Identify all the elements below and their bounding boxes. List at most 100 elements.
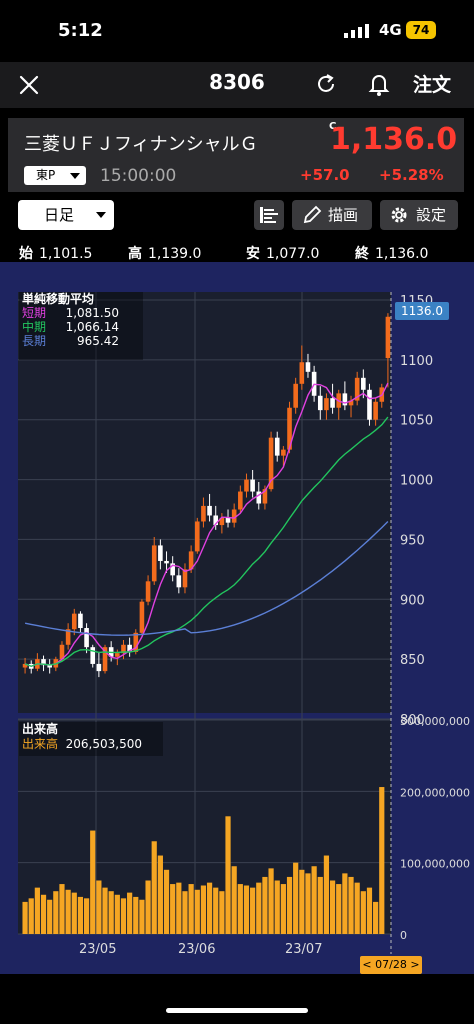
volume-bar [262, 876, 268, 934]
volume-legend-title: 出来高 [22, 722, 59, 736]
volume-bar [163, 869, 170, 934]
volume-bar [329, 880, 336, 934]
price-time: 15:00:00 [100, 166, 177, 186]
settings-label: 設定 [416, 206, 447, 224]
draw-button[interactable]: 描画 [292, 200, 372, 230]
sma-legend-title: 単純移動平均 [22, 292, 95, 306]
status-time: 5:12 [58, 20, 103, 41]
period-select[interactable]: 日足 [18, 200, 114, 230]
volume-bar [151, 841, 157, 934]
candle-body [84, 628, 89, 648]
stock-chart[interactable]: 1150110010501000950900850800300,000,0002… [0, 262, 474, 974]
candle-body [244, 479, 249, 492]
candle-body [194, 521, 200, 552]
bell-icon[interactable] [367, 71, 391, 97]
candle-body [225, 517, 231, 523]
volume-bar [77, 896, 84, 934]
price-change-pct: +5.28% [379, 166, 444, 184]
chevron-down-icon [70, 173, 80, 179]
volume-bar [342, 873, 348, 934]
price-tick-label: 850 [400, 653, 425, 668]
chevron-down-icon [96, 212, 106, 218]
candle-body [324, 398, 329, 411]
network-type: 4G [379, 21, 402, 39]
date-tick-label: 23/07 [285, 942, 322, 957]
volume-bar [127, 892, 133, 934]
price-tick-label: 900 [400, 593, 425, 608]
candle-body [151, 545, 157, 582]
candle-body [182, 569, 188, 588]
volume-bar [311, 866, 317, 934]
draw-label: 描画 [328, 206, 359, 224]
volume-bar [28, 898, 34, 934]
sma-mid: 中期 1,066.14 [22, 320, 119, 334]
candle-body [158, 545, 163, 561]
volume-bar [206, 882, 213, 934]
candle-body [207, 505, 212, 516]
market-select[interactable]: 東P [24, 166, 86, 185]
candle-body [281, 449, 286, 456]
order-button[interactable]: 注文 [413, 70, 451, 97]
date-cursor-tag[interactable]: < 07/28 > [360, 956, 422, 974]
refresh-icon[interactable] [314, 72, 338, 96]
date-tick-label: 23/05 [79, 942, 116, 957]
volume-bar [354, 882, 360, 934]
volume-bar [59, 884, 65, 934]
candle-body [78, 613, 83, 629]
sma-short: 短期 1,081.50 [22, 306, 119, 320]
sma-long: 長期 965.42 [22, 334, 119, 348]
candle-body [164, 560, 169, 564]
home-indicator [166, 1008, 308, 1013]
volume-bar [40, 894, 47, 934]
signal-icon [344, 24, 369, 38]
bottom-bar [0, 974, 474, 1024]
volume-bar [299, 869, 305, 934]
volume-bar [47, 899, 53, 934]
candle-body [71, 613, 77, 630]
candle-body [330, 398, 335, 408]
volume-bar [133, 896, 139, 934]
volume-bar [22, 901, 28, 934]
candle-body [373, 401, 378, 420]
volume-bar [83, 898, 90, 934]
volume-bar [120, 898, 127, 934]
volume-bar [182, 891, 188, 934]
indicator-list-button[interactable] [254, 200, 284, 230]
volume-bar [194, 889, 200, 934]
volume-bar [139, 899, 145, 934]
volume-bar [71, 892, 77, 934]
volume-bar [65, 889, 71, 934]
volume-bar [317, 876, 323, 934]
volume-bar [200, 885, 207, 934]
volume-bar [274, 880, 280, 934]
candle-body [238, 491, 243, 510]
current-price-tag: 1136.0 [395, 302, 449, 320]
volume-bar [323, 855, 330, 934]
candle-body [201, 505, 206, 522]
gear-icon [391, 207, 407, 223]
volume-bar [213, 887, 219, 934]
volume-bar [170, 884, 176, 934]
volume-bar [366, 887, 373, 934]
date-tick-label: 23/06 [178, 942, 215, 957]
volume-bar [176, 882, 182, 934]
pencil-icon [303, 205, 322, 224]
volume-bar [348, 876, 354, 934]
volume-bar [373, 901, 379, 934]
price-tick-label: 1100 [400, 354, 433, 369]
price-tick-label: 1050 [400, 414, 433, 429]
settings-button[interactable]: 設定 [380, 200, 458, 230]
volume-bar [256, 882, 262, 934]
market-label: 東P [36, 168, 56, 182]
candle-body [145, 581, 151, 602]
volume-tick-label: 300,000,000 [400, 715, 470, 728]
chart-area[interactable]: 1150110010501000950900850800300,000,0002… [0, 262, 474, 974]
volume-bar [286, 876, 293, 934]
candle-body [250, 479, 255, 492]
volume-bar [145, 880, 151, 934]
volume-bar [114, 894, 120, 934]
candle-body [385, 316, 391, 359]
candle-body [299, 362, 305, 384]
candle-body [176, 575, 182, 588]
candle-body [96, 663, 102, 672]
